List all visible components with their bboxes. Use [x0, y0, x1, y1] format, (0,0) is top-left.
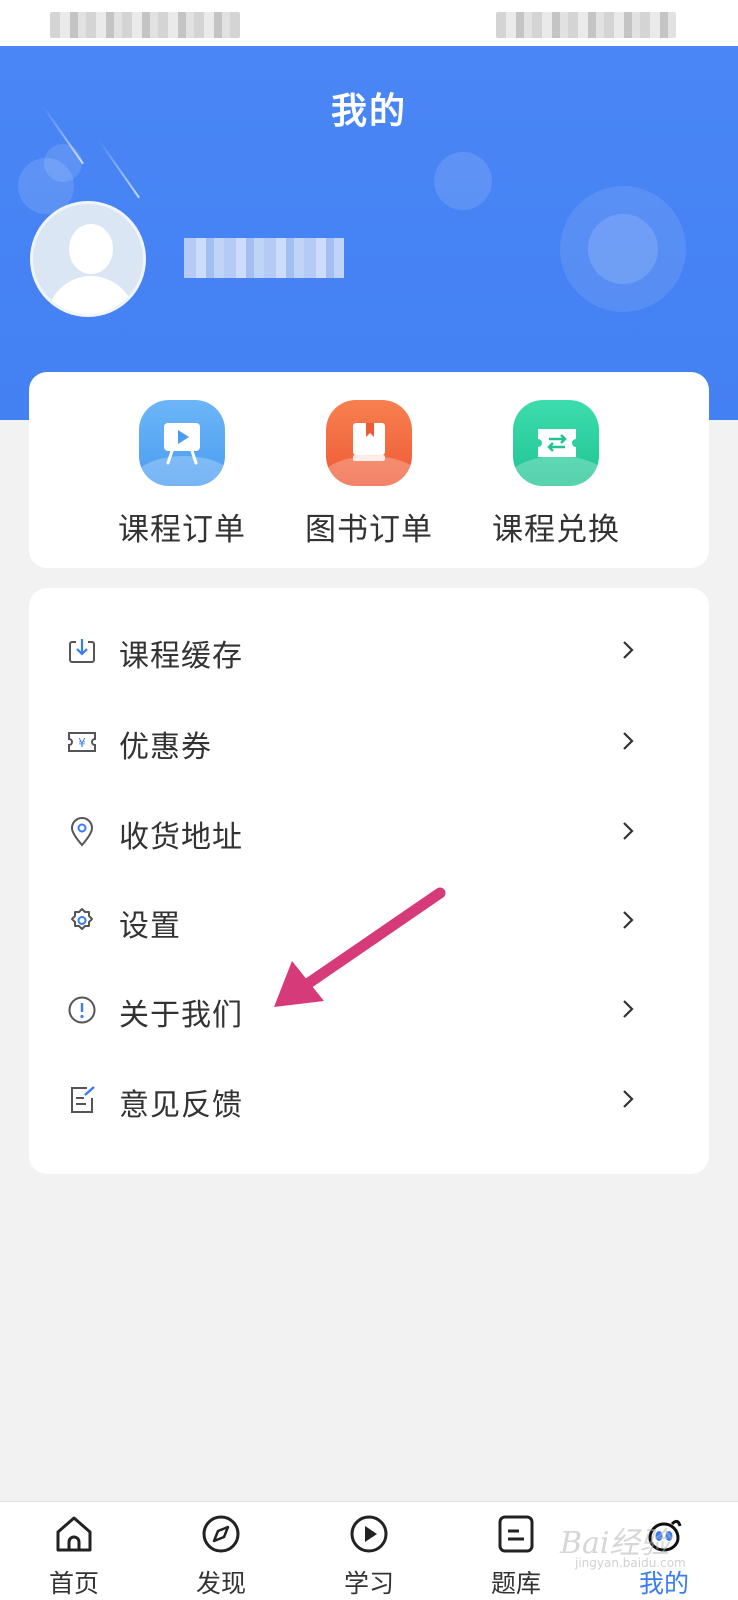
menu-item-label: 优惠券 — [119, 730, 212, 765]
play-circle-icon — [350, 1515, 388, 1553]
status-bar — [0, 0, 738, 46]
tab-study[interactable]: 学习 — [314, 1512, 424, 1600]
exchange-ticket-icon — [513, 400, 599, 486]
menu-item-label: 意见反馈 — [119, 1088, 243, 1123]
question-bank-icon — [498, 1515, 534, 1553]
status-bar-left-blurred — [50, 12, 240, 38]
menu-item-course-cache[interactable]: 课程缓存 — [29, 605, 709, 696]
chevron-right-icon — [623, 822, 634, 840]
tab-discover[interactable]: 发现 — [166, 1512, 276, 1600]
tab-label: 题库 — [490, 1569, 541, 1598]
avatar[interactable] — [30, 201, 146, 317]
svg-text:¥: ¥ — [78, 736, 86, 750]
chevron-right-icon — [623, 911, 634, 929]
book-icon — [326, 400, 412, 486]
username-blurred[interactable] — [184, 238, 344, 278]
coupon-icon: ¥ — [68, 732, 96, 752]
decor-streak — [98, 139, 140, 199]
menu-item-shipping-address[interactable]: 收货地址 — [29, 786, 709, 877]
course-orders-button[interactable]: 课程订单 — [82, 400, 282, 549]
compass-icon — [202, 1515, 240, 1553]
page-title: 我的 — [330, 91, 407, 132]
decor-bubble — [44, 144, 82, 182]
chevron-right-icon — [623, 641, 634, 659]
book-orders-button[interactable]: 图书订单 — [269, 400, 469, 549]
info-circle-icon — [68, 996, 96, 1024]
profile-header: 我的 — [0, 46, 738, 420]
quick-actions-card: 课程订单 图书订单 课程兑换 — [29, 372, 709, 568]
menu-item-coupons[interactable]: ¥ 优惠券 — [29, 696, 709, 787]
decor-bubble — [588, 214, 658, 284]
quick-action-label: 课程订单 — [118, 512, 246, 548]
tab-question-bank[interactable]: 题库 — [461, 1512, 571, 1600]
chevron-right-icon — [623, 732, 634, 750]
menu-item-label: 设置 — [119, 909, 181, 944]
feedback-edit-icon — [71, 1086, 95, 1113]
play-board-icon — [139, 400, 225, 486]
download-icon — [69, 639, 95, 663]
tab-label: 首页 — [48, 1569, 99, 1598]
quick-action-label: 课程兑换 — [492, 512, 620, 548]
quick-action-label: 图书订单 — [305, 512, 433, 548]
annotation-arrow-icon — [274, 887, 446, 1007]
settings-menu-card: 课程缓存 ¥ 优惠券 收货地址 设置 关于我们 意见反馈 — [29, 588, 709, 1174]
tab-home[interactable]: 首页 — [19, 1512, 129, 1600]
menu-item-label: 关于我们 — [119, 998, 243, 1033]
chevron-right-icon — [623, 1090, 634, 1108]
tab-label: 发现 — [195, 1569, 246, 1598]
menu-item-label: 课程缓存 — [119, 639, 243, 674]
course-exchange-button[interactable]: 课程兑换 — [456, 400, 656, 549]
home-icon — [56, 1516, 92, 1552]
tab-label: 学习 — [343, 1569, 394, 1598]
watermark-url: jingyan.baidu.com — [575, 1556, 686, 1570]
chevron-right-icon — [623, 1000, 634, 1018]
status-bar-right-blurred — [496, 12, 676, 38]
location-pin-icon — [70, 817, 94, 847]
gear-icon — [71, 908, 93, 930]
menu-item-feedback[interactable]: 意见反馈 — [29, 1054, 709, 1145]
menu-item-label: 收货地址 — [119, 820, 243, 855]
decor-bubble — [434, 152, 492, 210]
